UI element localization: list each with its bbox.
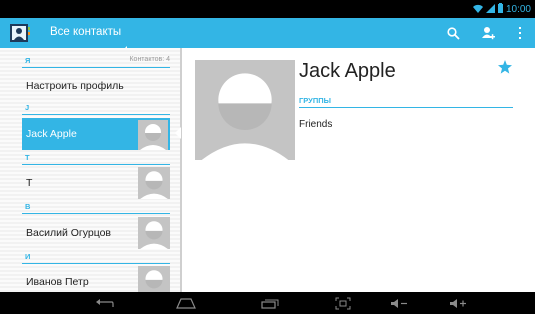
list-item-jack-apple[interactable]: Jack Apple — [22, 118, 170, 150]
groups-value[interactable]: Friends — [299, 119, 332, 130]
overflow-menu-icon[interactable] — [511, 24, 529, 42]
contact-photo-placeholder-icon — [138, 266, 170, 292]
screenshot-icon[interactable] — [333, 295, 353, 311]
home-icon[interactable] — [176, 295, 196, 311]
section-letter: В — [25, 202, 31, 211]
section-letter: T — [25, 153, 30, 162]
list-item-ivanov[interactable]: Иванов Петр — [22, 266, 170, 292]
section-header-v: В — [22, 201, 170, 214]
list-item-vasily[interactable]: Василий Огурцов — [22, 217, 170, 249]
battery-icon — [497, 3, 503, 16]
recent-apps-icon[interactable] — [260, 295, 280, 311]
contact-name: Jack Apple — [26, 128, 77, 140]
list-item-setup-profile[interactable]: Настроить профиль — [22, 70, 170, 102]
volume-down-icon[interactable] — [389, 295, 409, 311]
contact-photo-placeholder-icon — [138, 167, 170, 199]
groups-label: ГРУППЫ — [299, 96, 331, 105]
contact-name-heading: Jack Apple — [299, 60, 396, 82]
section-header-ya: Я Контактов: 4 — [22, 55, 170, 68]
section-letter: J — [25, 103, 30, 112]
section-header-i: И — [22, 251, 170, 264]
list-item-t[interactable]: T — [22, 167, 170, 199]
search-icon[interactable] — [444, 24, 462, 42]
contacts-app-icon[interactable] — [9, 22, 31, 44]
status-bar: 10:00 — [0, 0, 535, 18]
contact-count: Контактов: 4 — [129, 56, 170, 63]
back-icon[interactable] — [95, 295, 115, 311]
view-selector[interactable]: Все контакты — [50, 26, 121, 38]
contact-photo-placeholder-icon — [138, 120, 168, 150]
contact-photo-placeholder-icon — [138, 217, 170, 249]
section-header-t: T — [22, 152, 170, 165]
contact-name: Иванов Петр — [26, 276, 89, 288]
groups-section-header: ГРУППЫ — [299, 96, 513, 108]
signal-icon — [485, 3, 495, 16]
wifi-icon — [472, 4, 483, 16]
section-header-j: J — [22, 102, 170, 115]
contact-photo-placeholder-icon[interactable] — [195, 60, 295, 160]
selection-indicator — [175, 127, 181, 139]
navigation-bar — [0, 292, 535, 314]
contact-name: Василий Огурцов — [26, 227, 112, 239]
star-icon[interactable] — [498, 60, 512, 79]
action-bar: Все контакты — [0, 18, 535, 51]
contact-detail: Jack Apple ГРУППЫ Friends — [182, 48, 535, 292]
contact-name: T — [26, 177, 33, 189]
section-letter: И — [25, 252, 31, 261]
add-contact-icon[interactable] — [479, 24, 497, 42]
contact-name: Настроить профиль — [26, 80, 124, 92]
section-letter: Я — [25, 56, 31, 65]
clock: 10:00 — [505, 4, 531, 15]
contact-list[interactable]: Я Контактов: 4 Настроить профиль J Jack … — [0, 48, 180, 292]
volume-up-icon[interactable] — [448, 295, 468, 311]
